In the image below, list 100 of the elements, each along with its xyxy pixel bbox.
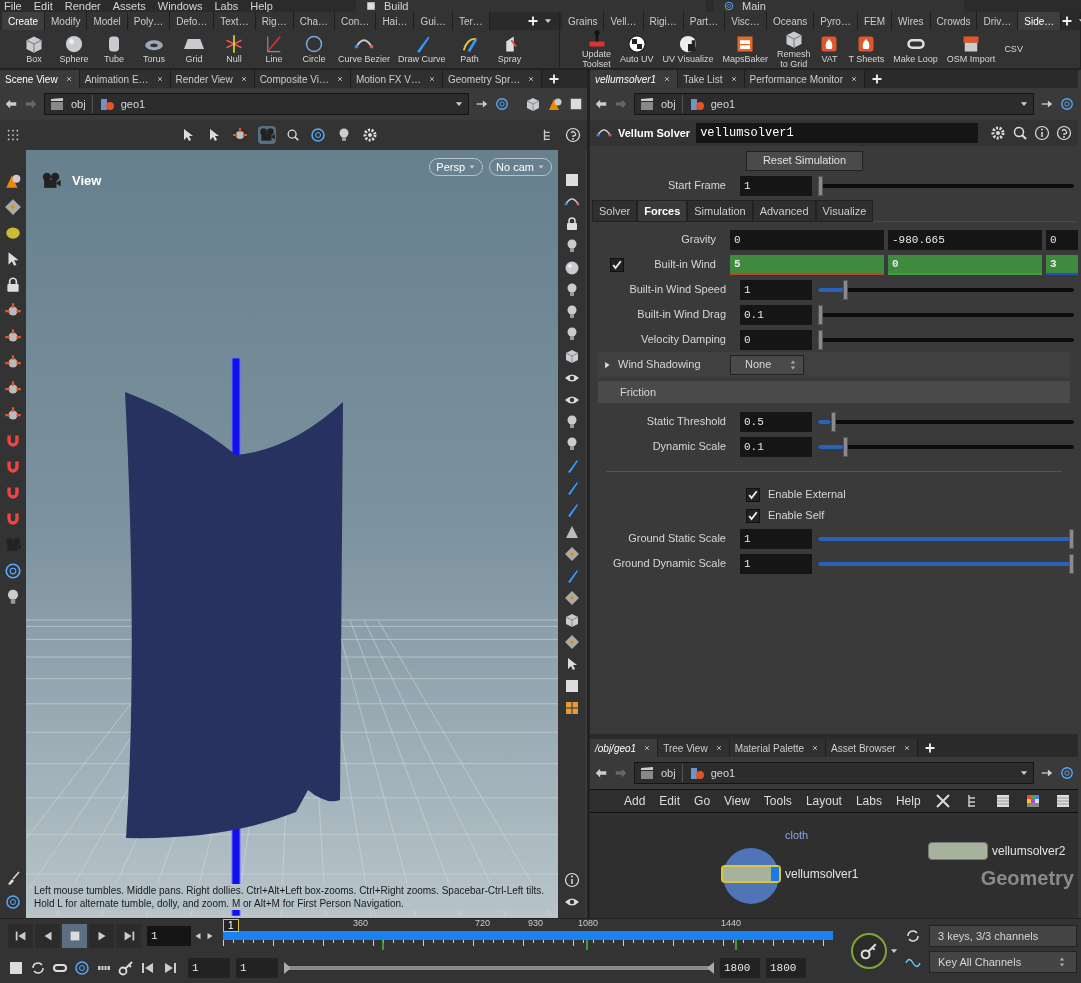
pane-tab[interactable]: vellumsolver1 [590, 70, 679, 88]
shelf-tab[interactable]: Poly… [127, 12, 171, 30]
shelf-tab[interactable]: Create [2, 12, 45, 30]
value-field[interactable]: 1 [740, 553, 812, 574]
folder-tab[interactable]: Forces [637, 200, 688, 222]
magnet-icon[interactable] [4, 432, 22, 450]
menu-item[interactable]: Edit [33, 0, 53, 12]
shelf-tab[interactable]: Rigi… [643, 12, 684, 30]
shelf-tab[interactable]: Modify [45, 12, 88, 30]
palette-icon[interactable] [1024, 793, 1041, 809]
add-tab-icon[interactable] [1061, 15, 1074, 27]
shelf-tab[interactable]: Gui… [414, 12, 453, 30]
shelf-tab[interactable]: Wires [892, 12, 931, 30]
shelf-tool[interactable]: VAT [817, 34, 842, 64]
menu-item[interactable]: Layout [805, 792, 842, 810]
help-icon[interactable] [1056, 125, 1072, 141]
value-field[interactable]: 1 [740, 279, 812, 300]
slider[interactable] [818, 279, 1074, 300]
path-field[interactable]: obj geo1 [634, 762, 1034, 784]
disclosure-triangle-icon[interactable] [602, 359, 612, 370]
range-field[interactable]: 1800 [720, 958, 760, 978]
slider[interactable] [818, 304, 1074, 325]
search-icon[interactable] [1012, 125, 1028, 141]
shelf-tab[interactable]: Part… [683, 12, 726, 30]
wind-shadowing-menu[interactable]: None [730, 354, 804, 375]
shelf-tab[interactable]: Cha… [293, 12, 335, 30]
step-forward-icon[interactable] [205, 931, 215, 941]
menu-item[interactable]: Labs [855, 792, 882, 810]
slider-thumb[interactable] [818, 304, 823, 325]
menu-item[interactable]: Help [250, 0, 273, 12]
shelf-tab[interactable]: Text… [214, 12, 256, 30]
menu-item[interactable]: Labs [214, 0, 239, 12]
add-tab-icon[interactable] [548, 73, 561, 85]
pane-tab[interactable]: Take List [678, 70, 745, 88]
checkbox[interactable] [746, 487, 760, 502]
add-tab-icon[interactable] [871, 73, 883, 85]
shelf-tab[interactable]: Grains [562, 12, 605, 30]
key-channels-menu[interactable]: Key All Channels [929, 951, 1077, 973]
key-button[interactable] [851, 933, 887, 969]
value-field[interactable]: 1 [740, 175, 812, 196]
shelf-tool[interactable]: T Sheets [846, 34, 887, 64]
menu-item[interactable]: View [724, 792, 750, 810]
cube-icon[interactable] [563, 348, 580, 364]
shelf-tab[interactable]: Model [87, 12, 128, 30]
shelf-tool[interactable]: Draw Curve [396, 34, 448, 64]
shelf-tool[interactable]: CSV [1002, 44, 1025, 54]
menu-item[interactable]: Render [64, 0, 101, 12]
info-icon[interactable] [1034, 125, 1050, 141]
pane-tab[interactable]: /obj/geo1 [590, 739, 659, 757]
slider[interactable] [818, 175, 1074, 196]
blob-icon[interactable] [4, 224, 22, 242]
desktop-menu[interactable]: Main [742, 0, 766, 12]
magnet-icon[interactable] [4, 510, 22, 528]
camera-icon[interactable] [258, 126, 276, 144]
gear-icon[interactable] [362, 127, 378, 143]
shelf-tool[interactable]: MapsBaker [720, 34, 770, 64]
pane-tab[interactable]: Render View [170, 70, 255, 88]
slider-thumb[interactable] [830, 411, 836, 432]
shapes-icon[interactable] [547, 96, 563, 112]
menu-item[interactable]: Assets [112, 0, 146, 12]
shelf-tool[interactable]: Path [451, 34, 488, 64]
gear-icon[interactable] [990, 125, 1006, 141]
jump-start-icon[interactable] [140, 960, 156, 976]
menu-item[interactable]: Edit [659, 792, 681, 810]
slider[interactable] [818, 436, 1074, 457]
folder-tab[interactable]: Solver [592, 200, 638, 222]
slider-thumb[interactable] [843, 279, 849, 300]
shelf-tab[interactable]: Driv… [977, 12, 1019, 30]
pane-tab[interactable]: Composite Vi… [254, 70, 351, 88]
back-arrow-icon[interactable] [4, 97, 18, 111]
value-field[interactable]: 0 [888, 254, 1042, 275]
shapes-icon[interactable] [4, 172, 22, 190]
slider-thumb[interactable] [1069, 528, 1074, 549]
search-icon[interactable] [286, 128, 300, 142]
slider-thumb[interactable] [1069, 553, 1074, 574]
pane-tab[interactable]: Asset Browser [826, 739, 918, 757]
slider[interactable] [818, 411, 1074, 432]
sphere-icon[interactable] [563, 260, 580, 276]
shelf-tab[interactable]: Oceans [766, 12, 815, 30]
shelf-tool[interactable]: Sphere [56, 34, 92, 64]
shelf-tool[interactable]: Null [216, 34, 252, 64]
range-field[interactable]: 1 [188, 958, 230, 978]
slider-thumb[interactable] [818, 175, 823, 196]
magnet-icon[interactable] [4, 484, 22, 502]
shelf-tool[interactable]: Remesh to Grid [774, 30, 813, 68]
target-icon[interactable] [4, 562, 22, 580]
cube-icon[interactable] [563, 612, 580, 628]
back-arrow-icon[interactable] [594, 97, 608, 111]
slider-thumb[interactable] [843, 436, 849, 457]
shelf-tool[interactable]: Auto UV [618, 34, 656, 64]
diamond-icon[interactable] [4, 198, 22, 216]
value-field[interactable]: 0 [740, 329, 812, 350]
value-field[interactable]: 0 [730, 229, 884, 250]
reset-simulation-button[interactable]: Reset Simulation [746, 150, 863, 171]
slider[interactable] [818, 528, 1074, 549]
step-back-icon[interactable] [193, 931, 203, 941]
pane-tab[interactable]: Motion FX V… [350, 70, 443, 88]
magnet-icon[interactable] [4, 458, 22, 476]
menu-item[interactable]: File [4, 0, 22, 12]
node-name-field[interactable]: vellumsolver1 [696, 123, 978, 143]
